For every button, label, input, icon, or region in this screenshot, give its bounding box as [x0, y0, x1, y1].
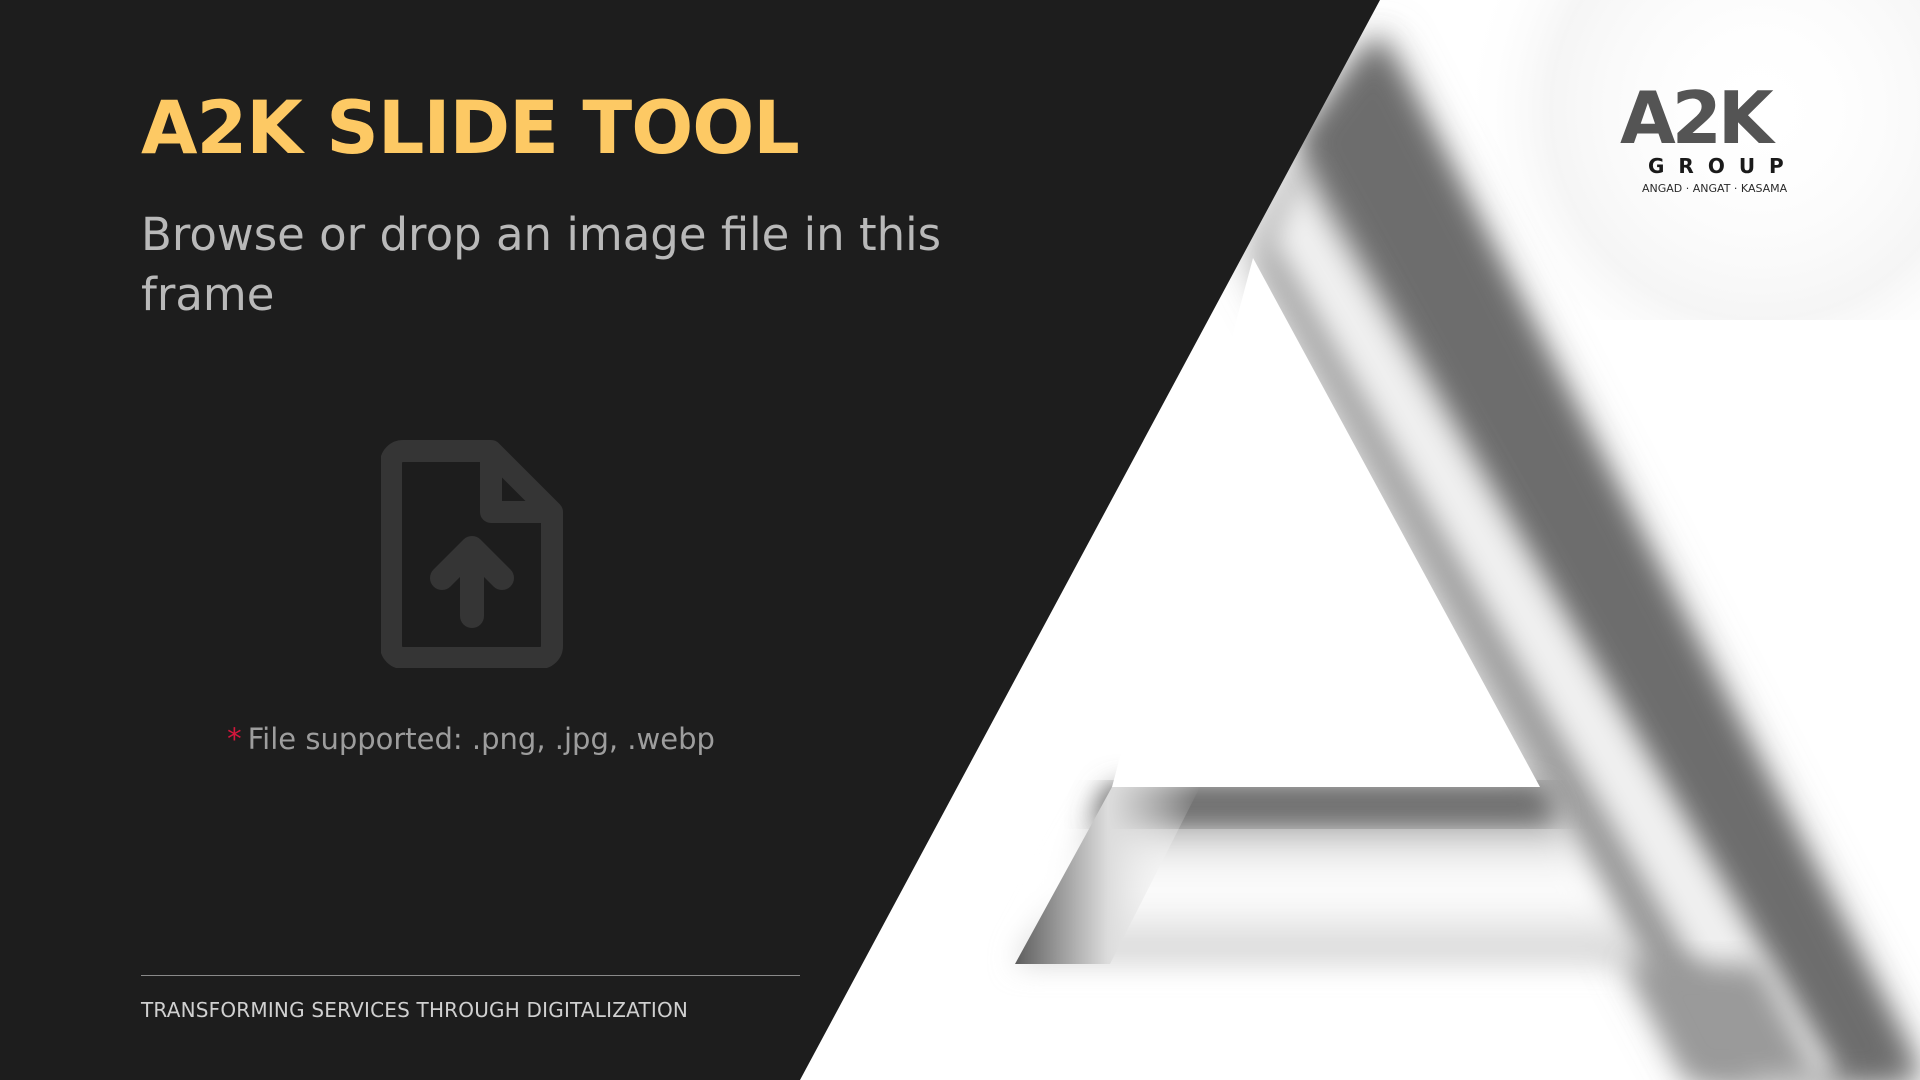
footer-divider: [141, 975, 800, 976]
file-upload-icon[interactable]: [381, 440, 563, 668]
brand-subtitle: ANGAD · ANGAT · KASAMA: [1642, 182, 1788, 195]
image-drop-zone[interactable]: * File supported: .png, .jpg, .webp: [141, 400, 801, 790]
brand-logo: A2K GROUP ANGAD · ANGAT · KASAMA: [1600, 78, 1840, 198]
supported-formats-note: * File supported: .png, .jpg, .webp: [141, 722, 801, 756]
tagline: TRANSFORMING SERVICES THROUGH DIGITALIZA…: [141, 998, 689, 1022]
instruction-text: Browse or drop an image file in this fra…: [141, 208, 942, 321]
brand-group-label: GROUP: [1648, 154, 1798, 178]
page-title: A2K SLIDE TOOL: [141, 86, 800, 171]
slide-canvas: A2K SLIDE TOOL Browse or drop an image f…: [0, 0, 1920, 1080]
required-marker: *: [227, 722, 242, 756]
brand-logo-wordmark: A2K: [1620, 76, 1774, 160]
supported-formats-text: File supported: .png, .jpg, .webp: [247, 722, 715, 756]
